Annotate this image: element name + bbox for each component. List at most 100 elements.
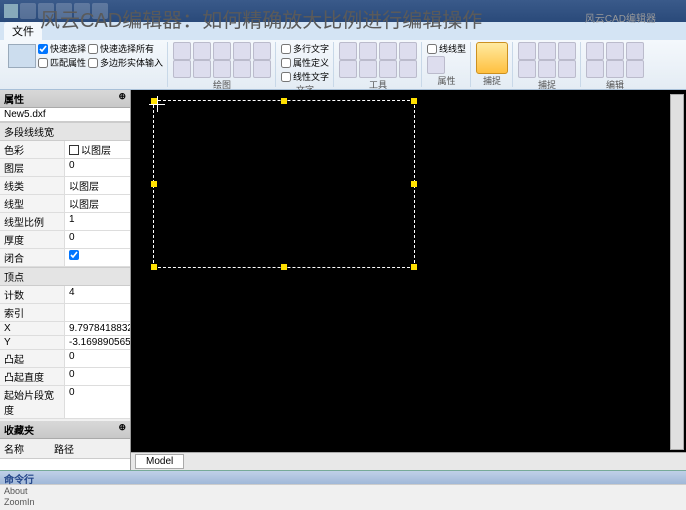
- ribbon-label-snap: 捕捉: [476, 74, 508, 87]
- prop-bulge-len[interactable]: 凸起直度0: [0, 368, 130, 386]
- attrdef-check[interactable]: 属性定义: [281, 56, 329, 69]
- snap-cen-icon[interactable]: [558, 42, 576, 60]
- handle-top[interactable]: [281, 98, 287, 104]
- qat-save-icon[interactable]: [56, 3, 72, 19]
- tool-area-icon[interactable]: [379, 42, 397, 60]
- draw-block-icon[interactable]: [253, 60, 271, 78]
- prop-thickness[interactable]: 厚度0: [0, 231, 130, 249]
- ribbon-group-tools: 工具: [335, 42, 422, 87]
- quick-access-toolbar: [20, 3, 108, 19]
- draw-poly-icon[interactable]: [253, 42, 271, 60]
- snap-mid-icon[interactable]: [538, 42, 556, 60]
- edit-rotate-icon[interactable]: [626, 42, 644, 60]
- prop-linetype[interactable]: 线类以图层: [0, 177, 130, 195]
- prop-index[interactable]: 索引: [0, 304, 130, 322]
- prop-start-width[interactable]: 起始片段宽度0: [0, 386, 130, 419]
- command-line[interactable]: 命令行: [0, 470, 686, 484]
- snap-end-icon[interactable]: [518, 42, 536, 60]
- properties-panel: 属性⊕ New5.dxf 多段线线宽 色彩 以图层 图层0 线类以图层 线型以图…: [0, 90, 131, 470]
- model-tab[interactable]: Model: [135, 454, 184, 469]
- draw-point-icon[interactable]: [213, 60, 231, 78]
- favorites-header: 收藏夹⊕: [0, 421, 130, 439]
- tool-layer-icon[interactable]: [399, 60, 417, 78]
- favorites-list[interactable]: [0, 459, 130, 470]
- edit-trim-icon[interactable]: [606, 60, 624, 78]
- match-props-check[interactable]: 匹配属性: [38, 56, 86, 69]
- filename-dropdown[interactable]: New5.dxf: [0, 108, 130, 122]
- qat-open-icon[interactable]: [38, 3, 54, 19]
- properties-header: 属性⊕: [0, 90, 130, 108]
- poly-input-check[interactable]: 多边形实体输入: [88, 56, 163, 69]
- select-all-check[interactable]: 快速选择所有: [88, 42, 163, 55]
- ribbon-label-props: 属性: [427, 74, 466, 87]
- handle-bottom-left[interactable]: [151, 264, 157, 270]
- multiline-text-check[interactable]: 多行文字: [281, 42, 329, 55]
- fav-col-name: 名称: [4, 441, 24, 456]
- handle-bottom-right[interactable]: [411, 264, 417, 270]
- tool-calc-icon[interactable]: [379, 60, 397, 78]
- status-bar: About ZoomIn: [0, 484, 686, 510]
- closed-checkbox[interactable]: [69, 250, 79, 260]
- prop-color[interactable]: 色彩 以图层: [0, 141, 130, 159]
- ribbon-group-selection: 快速选择 匹配属性 快速选择所有 多边形实体输入: [4, 42, 168, 87]
- quick-select-icon[interactable]: [8, 44, 36, 68]
- tool-zoom-icon[interactable]: [339, 60, 357, 78]
- model-tab-bar: Model: [131, 452, 686, 470]
- menubar: 文件: [0, 22, 686, 40]
- prop-bulge[interactable]: 凸起0: [0, 350, 130, 368]
- draw-line-icon[interactable]: [173, 42, 191, 60]
- tool-measure-icon[interactable]: [339, 42, 357, 60]
- prop-layer[interactable]: 图层0: [0, 159, 130, 177]
- tool-angle-icon[interactable]: [399, 42, 417, 60]
- tool-dim-icon[interactable]: [359, 42, 377, 60]
- prop-closed[interactable]: 闭合: [0, 249, 130, 267]
- draw-rect-icon[interactable]: [233, 42, 251, 60]
- fav-pin-icon[interactable]: ⊕: [118, 422, 126, 437]
- draw-ellipse-icon[interactable]: [173, 60, 191, 78]
- ribbon-group-snap: 捕捉: [472, 42, 513, 87]
- prop-count[interactable]: 计数4: [0, 286, 130, 304]
- status-line2: ZoomIn: [4, 497, 682, 508]
- snap-tan-icon[interactable]: [558, 60, 576, 78]
- ribbon-group-linetype: 线线型 属性: [423, 42, 471, 87]
- snap-int-icon[interactable]: [518, 60, 536, 78]
- draw-spline-icon[interactable]: [193, 60, 211, 78]
- prop-y[interactable]: Y-3.1698905651: [0, 336, 130, 350]
- ribbon: 快速选择 匹配属性 快速选择所有 多边形实体输入 绘图: [0, 40, 686, 90]
- handle-top-left[interactable]: [151, 98, 157, 104]
- vertical-scrollbar[interactable]: [670, 94, 684, 450]
- selection-rectangle[interactable]: [153, 100, 415, 268]
- tool-pan-icon[interactable]: [359, 60, 377, 78]
- snap-perp-icon[interactable]: [538, 60, 556, 78]
- handle-top-right[interactable]: [411, 98, 417, 104]
- snap-button[interactable]: [476, 42, 508, 74]
- linetext-check[interactable]: 线性文字: [281, 70, 329, 83]
- drawing-canvas[interactable]: [135, 94, 682, 466]
- draw-hatch-icon[interactable]: [233, 60, 251, 78]
- draw-arc-icon[interactable]: [193, 42, 211, 60]
- prop-linetype2[interactable]: 线型以图层: [0, 195, 130, 213]
- handle-bottom[interactable]: [281, 264, 287, 270]
- edit-extend-icon[interactable]: [626, 60, 644, 78]
- prop-x[interactable]: X9.7978418832: [0, 322, 130, 336]
- color-swatch-icon: [69, 145, 79, 155]
- handle-right[interactable]: [411, 181, 417, 187]
- workspace: 属性⊕ New5.dxf 多段线线宽 色彩 以图层 图层0 线类以图层 线型以图…: [0, 90, 686, 470]
- edit-scale-icon[interactable]: [586, 60, 604, 78]
- linetype-check[interactable]: 线线型: [427, 42, 466, 55]
- linetype-sel-icon[interactable]: [427, 56, 445, 74]
- prop-ltscale[interactable]: 线型比例1: [0, 213, 130, 231]
- canvas-area[interactable]: Model: [131, 90, 686, 470]
- pin-icon[interactable]: ⊕: [118, 91, 126, 106]
- menu-file[interactable]: 文件: [4, 22, 42, 40]
- qat-redo-icon[interactable]: [92, 3, 108, 19]
- edit-move-icon[interactable]: [586, 42, 604, 60]
- qat-undo-icon[interactable]: [74, 3, 90, 19]
- qat-new-icon[interactable]: [20, 3, 36, 19]
- ribbon-group-edit: 编辑: [582, 42, 648, 87]
- edit-copy-icon[interactable]: [606, 42, 624, 60]
- status-line1: About: [4, 486, 682, 497]
- handle-left[interactable]: [151, 181, 157, 187]
- quick-select-check[interactable]: 快速选择: [38, 42, 86, 55]
- draw-circle-icon[interactable]: [213, 42, 231, 60]
